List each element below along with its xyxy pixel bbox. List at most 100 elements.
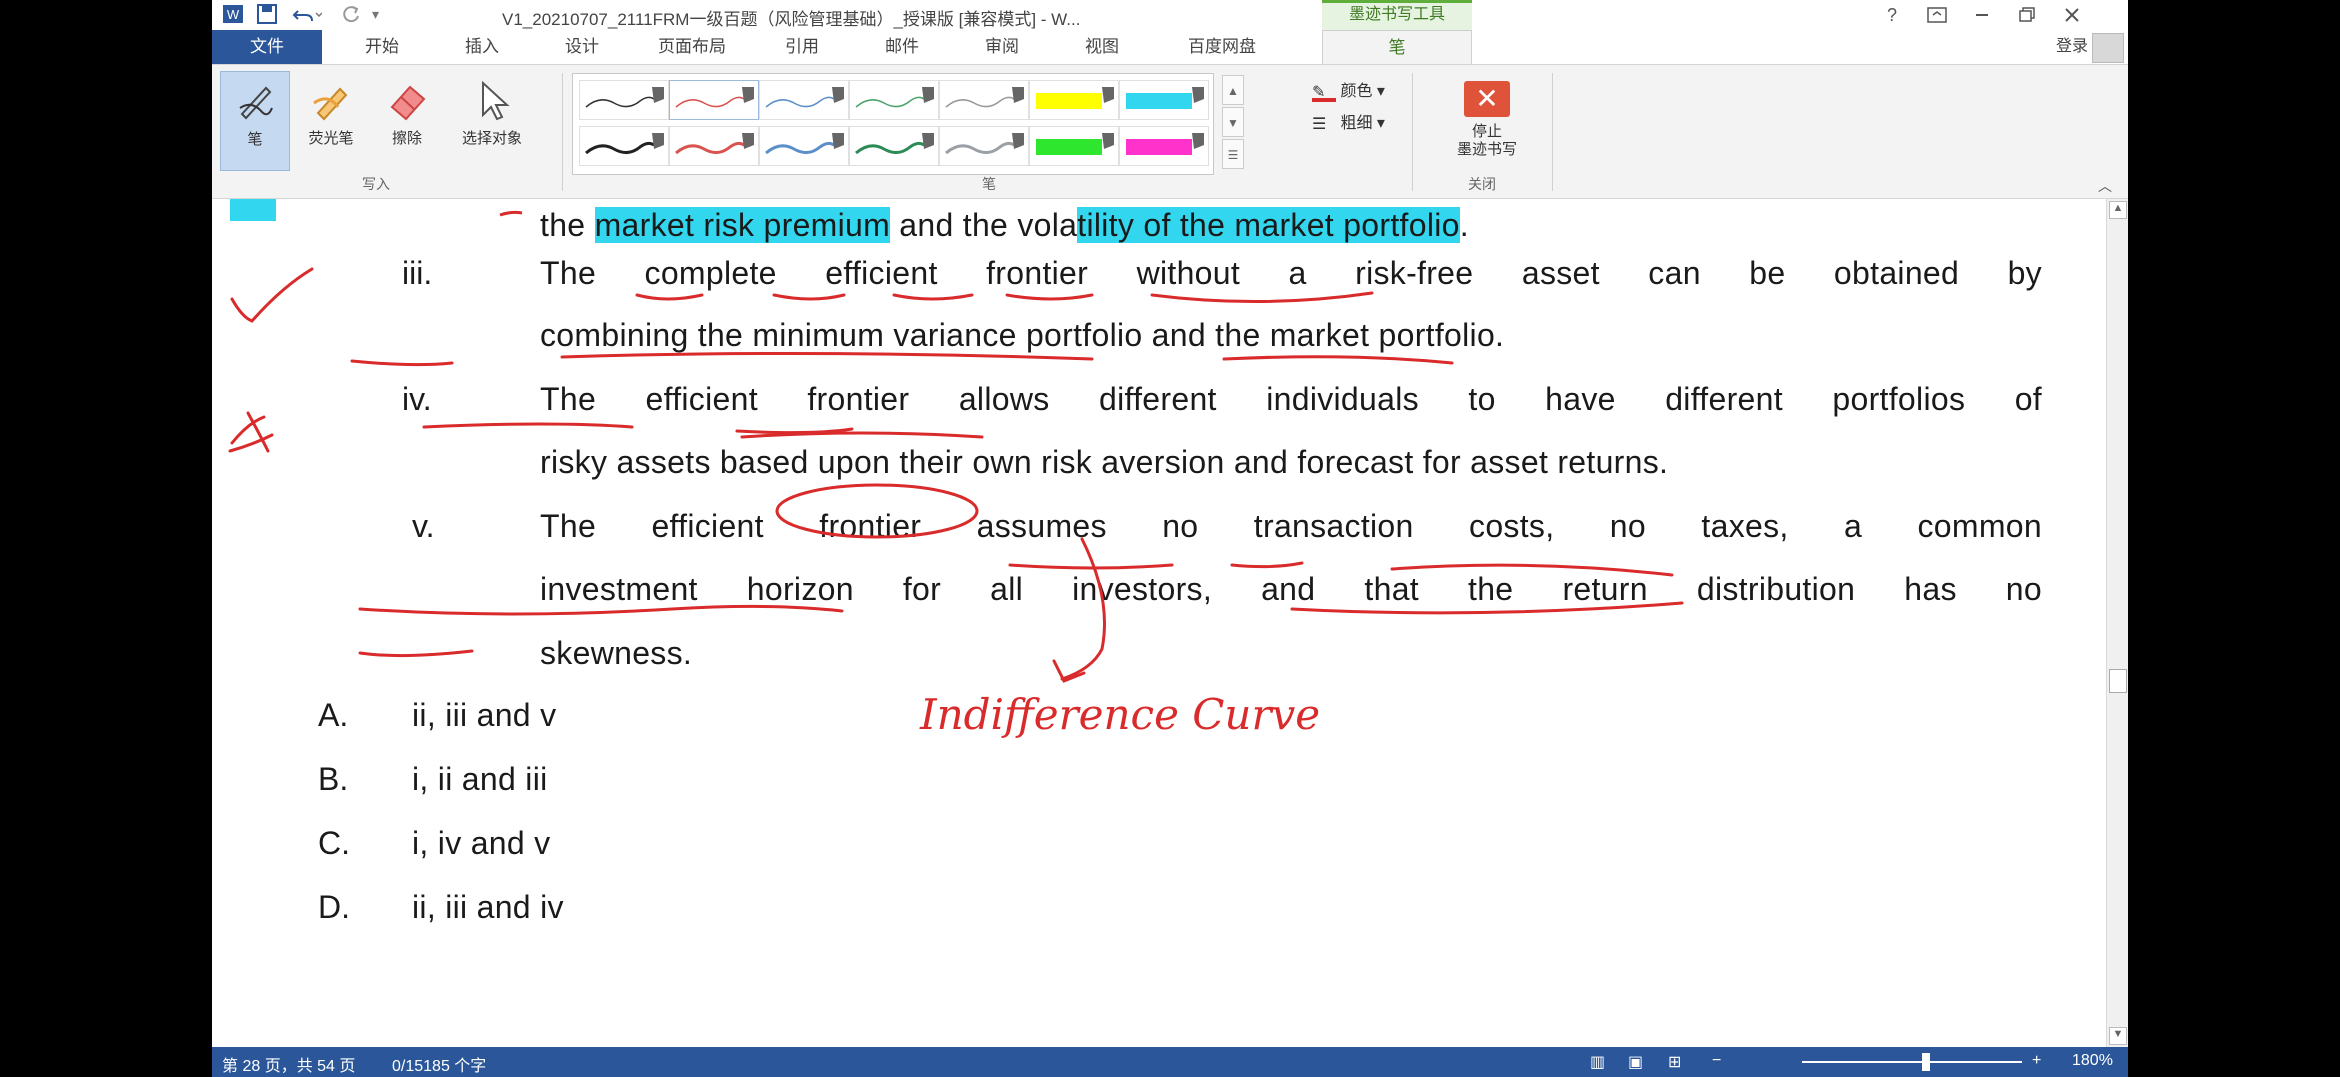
handwritten-note: Indifference Curve [919, 690, 1320, 739]
underline-market-portfolio [1222, 355, 1454, 365]
zoom-in-icon[interactable]: + [2032, 1052, 2041, 1070]
underline-combining [350, 359, 454, 367]
select-objects-label: 选择对象 [461, 130, 522, 147]
undo-icon[interactable] [292, 3, 323, 25]
pen-style-swatch[interactable] [939, 126, 1029, 166]
ribbon-display-icon[interactable] [1917, 2, 1957, 28]
arrow-line [1060, 537, 1106, 681]
zoom-slider-thumb[interactable] [1922, 1053, 1930, 1071]
avatar[interactable] [2092, 33, 2124, 63]
pen-style-swatch[interactable] [849, 80, 939, 120]
eraser-button-label: 擦除 [391, 130, 422, 147]
vertical-scrollbar[interactable]: ▲ ▼ [2106, 199, 2128, 1047]
underline-complete [635, 293, 704, 301]
ink-stroke [499, 210, 523, 217]
scroll-thumb[interactable] [2109, 669, 2127, 693]
web-layout-icon[interactable]: ⊞ [1668, 1052, 1681, 1072]
highlighter-icon [308, 77, 354, 123]
print-layout-icon[interactable]: ▣ [1628, 1052, 1643, 1072]
pen-style-swatch[interactable] [1119, 126, 1209, 166]
sign-in-link[interactable]: 登录 [2056, 30, 2088, 64]
redo-icon[interactable] [340, 3, 362, 25]
help-button[interactable]: ? [1872, 2, 1912, 28]
pen-button-label: 笔 [247, 131, 263, 148]
word-logo-icon: W [222, 3, 244, 25]
highlighter-button[interactable]: 荧光笔 [296, 71, 366, 171]
underline-risk-free-asset [1150, 291, 1374, 304]
close-group-label: 关闭 [1468, 176, 1496, 192]
scroll-up-icon[interactable]: ▲ [2109, 201, 2127, 219]
ribbon: 笔 荧光笔 擦除 选择对象 写入 ▲ ▼ ☰ 笔 ✎ 颜色 ▾ ☰ 粗细 ▾ ✕… [212, 64, 2128, 199]
gallery-scroll-up-icon[interactable]: ▲ [1222, 75, 1244, 105]
tab-baidu-netdisk[interactable]: 百度网盘 [1157, 30, 1287, 64]
close-icon[interactable] [2052, 2, 2092, 28]
underline-no-taxes [1230, 561, 1304, 569]
window-title: V1_20210707_2111FRM一级百题（风险管理基础）_授课版 [兼容模… [502, 10, 1081, 29]
checkmark-icon [230, 267, 314, 323]
collapse-ribbon-icon[interactable]: ︿ [2098, 176, 2112, 196]
pen-style-swatch[interactable] [669, 126, 759, 166]
underline-frontier [892, 293, 974, 301]
pen-style-swatch[interactable] [1029, 126, 1119, 166]
tab-review[interactable]: 审阅 [952, 30, 1052, 64]
ink-stroke [740, 431, 984, 439]
underline-skewness [358, 649, 474, 658]
pen-button[interactable]: 笔 [220, 71, 290, 171]
underline-investment-horizon [358, 604, 844, 616]
line-weight-icon: ☰ [1312, 115, 1327, 133]
tab-file[interactable]: 文件 [212, 30, 322, 64]
stop-inking-line2: 墨迹书写 [1456, 141, 1517, 158]
pen-weight-dropdown[interactable]: ☰ 粗细 ▾ [1312, 109, 1385, 134]
read-mode-icon[interactable]: ▥ [1590, 1052, 1605, 1072]
pen-style-swatch[interactable] [1029, 80, 1119, 120]
pen-style-swatch[interactable] [849, 126, 939, 166]
customize-qa-icon[interactable]: ▾ [372, 6, 379, 28]
pen-weight-label: 粗细 [1340, 115, 1373, 132]
gallery-more-icon[interactable]: ☰ [1222, 139, 1244, 169]
eraser-button[interactable]: 擦除 [372, 71, 442, 171]
tab-view[interactable]: 视图 [1052, 30, 1152, 64]
ribbon-divider [1552, 73, 1553, 191]
pen-color-label: 颜色 [1340, 83, 1373, 100]
pen-style-swatch[interactable] [759, 126, 849, 166]
status-bar: 第 28 页，共 54 页 0/15185 个字 ▥ ▣ ⊞ − + 180% [212, 1047, 2128, 1077]
pen-style-swatch[interactable] [579, 80, 669, 120]
tab-layout[interactable]: 页面布局 [632, 30, 752, 64]
save-icon[interactable] [256, 3, 278, 25]
cursor-arrow-icon [469, 77, 515, 123]
eraser-icon [384, 77, 430, 123]
scroll-down-icon[interactable]: ▼ [2109, 1027, 2127, 1045]
select-objects-button[interactable]: 选择对象 [452, 71, 532, 171]
tab-references[interactable]: 引用 [752, 30, 852, 64]
word-count[interactable]: 0/15185 个字 [392, 1052, 486, 1076]
circle-risk-aversion [775, 483, 979, 539]
pen-style-swatch[interactable] [669, 80, 759, 120]
zoom-slider[interactable] [1802, 1061, 2022, 1063]
document-page[interactable]: the market risk premium and the volatili… [212, 199, 2107, 1047]
pen-color-dropdown[interactable]: ✎ 颜色 ▾ [1312, 77, 1385, 102]
tab-home[interactable]: 开始 [332, 30, 432, 64]
gallery-scroll-down-icon[interactable]: ▼ [1222, 107, 1244, 137]
pen-style-swatch[interactable] [579, 126, 669, 166]
pen-style-swatch[interactable] [939, 80, 1029, 120]
zoom-out-icon[interactable]: − [1712, 1052, 1721, 1070]
pen-style-swatch[interactable] [1119, 80, 1209, 120]
tab-design[interactable]: 设计 [532, 30, 632, 64]
tab-pen[interactable]: 笔 [1322, 30, 1472, 64]
restore-icon[interactable] [2007, 2, 2047, 28]
minimize-icon[interactable] [1962, 2, 2002, 28]
underline-minimum-variance [560, 351, 1094, 361]
write-group-label: 写入 [362, 176, 390, 192]
ribbon-tabs: 文件 开始 插入 设计 页面布局 引用 邮件 审阅 视图 百度网盘 笔 登录 [212, 30, 2128, 64]
pen-color-icon: ✎ [1312, 82, 1336, 102]
tab-mailings[interactable]: 邮件 [852, 30, 952, 64]
zoom-level[interactable]: 180% [2072, 1052, 2113, 1070]
svg-text:W: W [227, 7, 240, 22]
stop-inking-button[interactable]: ✕ 停止 墨迹书写 [1432, 71, 1542, 171]
pen-style-swatch[interactable] [759, 80, 849, 120]
stop-inking-line1: 停止 [1471, 123, 1502, 140]
ink-annotations-layer: Indifference Curve [228, 199, 1684, 739]
tab-insert[interactable]: 插入 [432, 30, 532, 64]
highlighter-button-label: 荧光笔 [308, 130, 354, 147]
page-count[interactable]: 第 28 页，共 54 页 [222, 1052, 355, 1076]
